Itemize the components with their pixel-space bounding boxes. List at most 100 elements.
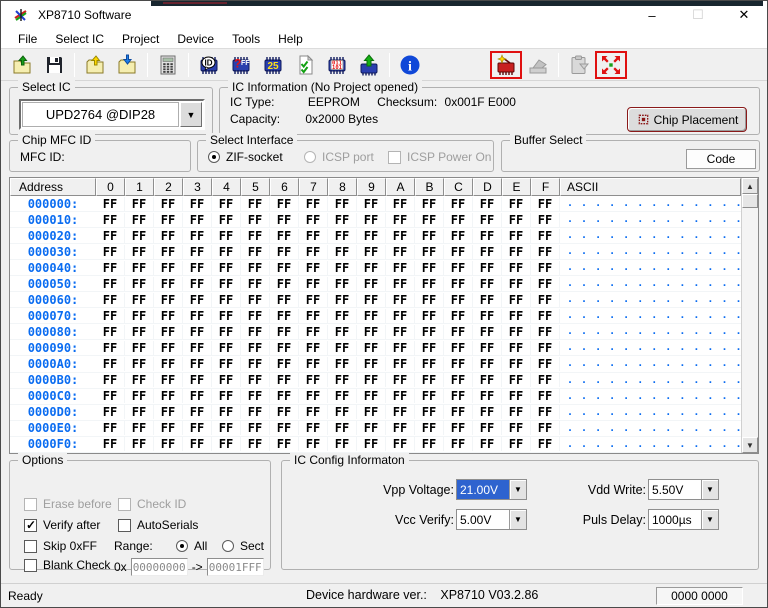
byte-cell[interactable]: FF (299, 325, 328, 339)
byte-cell[interactable]: FF (299, 405, 328, 419)
byte-cell[interactable]: FF (502, 405, 531, 419)
byte-cell[interactable]: FF (154, 341, 183, 355)
menu-item-tools[interactable]: Tools (223, 29, 269, 48)
byte-cell[interactable]: FF (212, 325, 241, 339)
read-id-icon[interactable]: ID (193, 51, 225, 79)
byte-cell[interactable]: FF (531, 325, 560, 339)
scrollbar-thumb[interactable] (742, 194, 758, 208)
byte-cell[interactable]: FF (357, 197, 386, 211)
byte-cell[interactable]: FF (241, 309, 270, 323)
byte-cell[interactable]: FF (241, 325, 270, 339)
byte-cell[interactable]: FF (125, 277, 154, 291)
byte-cell[interactable]: FF (357, 357, 386, 371)
byte-cell[interactable]: FF (386, 341, 415, 355)
blank-check-checkbox[interactable] (24, 559, 37, 572)
byte-cell[interactable]: FF (96, 309, 125, 323)
hex-column-header-8[interactable]: 8 (328, 178, 357, 196)
byte-cell[interactable]: FF (125, 293, 154, 307)
byte-cell[interactable]: FF (183, 229, 212, 243)
byte-cell[interactable]: FF (357, 277, 386, 291)
byte-cell[interactable]: FF (212, 277, 241, 291)
byte-cell[interactable]: FF (241, 197, 270, 211)
byte-cell[interactable]: FF (415, 213, 444, 227)
hex-column-header-b[interactable]: B (415, 178, 444, 196)
byte-cell[interactable]: FF (125, 421, 154, 435)
byte-cell[interactable]: FF (444, 229, 473, 243)
byte-cell[interactable]: FF (415, 325, 444, 339)
byte-cell[interactable]: FF (96, 341, 125, 355)
byte-cell[interactable]: FF (444, 437, 473, 451)
byte-cell[interactable]: FF (357, 421, 386, 435)
byte-cell[interactable]: FF (270, 309, 299, 323)
auto-serials-checkbox[interactable] (118, 519, 131, 532)
ic-select-dropdown-arrow-icon[interactable]: ▼ (180, 102, 202, 127)
byte-cell[interactable]: FF (299, 389, 328, 403)
info-icon[interactable]: i (394, 51, 426, 79)
byte-cell[interactable]: FF (125, 373, 154, 387)
byte-cell[interactable]: FF (386, 373, 415, 387)
byte-cell[interactable]: FF (502, 357, 531, 371)
vertical-scrollbar[interactable]: ▲ ▼ (741, 178, 758, 453)
byte-cell[interactable]: FF (270, 373, 299, 387)
byte-cell[interactable]: FF (357, 405, 386, 419)
byte-cell[interactable]: FF (96, 277, 125, 291)
byte-cell[interactable]: FF (444, 421, 473, 435)
byte-cell[interactable]: FF (473, 245, 502, 259)
byte-cell[interactable]: FF (183, 357, 212, 371)
byte-cell[interactable]: FF (212, 309, 241, 323)
scrollbar-track[interactable] (742, 208, 758, 437)
verify-icon[interactable] (289, 51, 321, 79)
byte-cell[interactable]: FF (270, 261, 299, 275)
hex-column-header-6[interactable]: 6 (270, 178, 299, 196)
byte-cell[interactable]: FF (183, 325, 212, 339)
byte-cell[interactable]: FF (444, 325, 473, 339)
byte-cell[interactable]: FF (125, 261, 154, 275)
byte-cell[interactable]: FF (125, 213, 154, 227)
byte-cell[interactable]: FF (183, 389, 212, 403)
byte-cell[interactable]: FF (531, 213, 560, 227)
byte-cell[interactable]: FF (96, 261, 125, 275)
byte-cell[interactable]: FF (328, 277, 357, 291)
byte-cell[interactable]: FF (328, 261, 357, 275)
byte-cell[interactable]: FF (299, 197, 328, 211)
puls-delay-select[interactable]: 1000µs ▼ (648, 509, 719, 530)
vpp-dropdown-arrow-icon[interactable]: ▼ (509, 480, 526, 499)
byte-cell[interactable]: FF (154, 357, 183, 371)
byte-cell[interactable]: FF (96, 437, 125, 451)
byte-cell[interactable]: FF (415, 357, 444, 371)
byte-cell[interactable]: FF (328, 421, 357, 435)
byte-cell[interactable]: FF (183, 421, 212, 435)
byte-cell[interactable]: FF (299, 213, 328, 227)
byte-cell[interactable]: FF (531, 309, 560, 323)
byte-cell[interactable]: FF (531, 357, 560, 371)
byte-cell[interactable]: FF (154, 229, 183, 243)
byte-cell[interactable]: FF (386, 389, 415, 403)
byte-cell[interactable]: FF (212, 229, 241, 243)
byte-cell[interactable]: FF (270, 421, 299, 435)
range-all-radio[interactable] (176, 540, 188, 552)
hex-column-header-0[interactable]: 0 (96, 178, 125, 196)
byte-cell[interactable]: FF (502, 389, 531, 403)
vdd-dropdown-arrow-icon[interactable]: ▼ (701, 480, 718, 499)
byte-cell[interactable]: FF (270, 229, 299, 243)
byte-cell[interactable]: FF (125, 389, 154, 403)
byte-cell[interactable]: FF (299, 309, 328, 323)
byte-cell[interactable]: FF (299, 373, 328, 387)
hex-column-header-3[interactable]: 3 (183, 178, 212, 196)
byte-cell[interactable]: FF (154, 405, 183, 419)
byte-cell[interactable]: FF (212, 405, 241, 419)
open-icon[interactable] (6, 51, 38, 79)
hex-column-header-5[interactable]: 5 (241, 178, 270, 196)
byte-cell[interactable]: FF (473, 277, 502, 291)
byte-cell[interactable]: FF (270, 341, 299, 355)
byte-cell[interactable]: FF (415, 309, 444, 323)
hex-column-header-f[interactable]: F (531, 178, 560, 196)
hex-column-header-e[interactable]: E (502, 178, 531, 196)
byte-cell[interactable]: FF (357, 213, 386, 227)
byte-cell[interactable]: FF (299, 261, 328, 275)
byte-cell[interactable]: FF (96, 389, 125, 403)
byte-cell[interactable]: FF (357, 261, 386, 275)
byte-cell[interactable]: FF (241, 437, 270, 451)
byte-cell[interactable]: FF (444, 261, 473, 275)
byte-cell[interactable]: FF (531, 277, 560, 291)
